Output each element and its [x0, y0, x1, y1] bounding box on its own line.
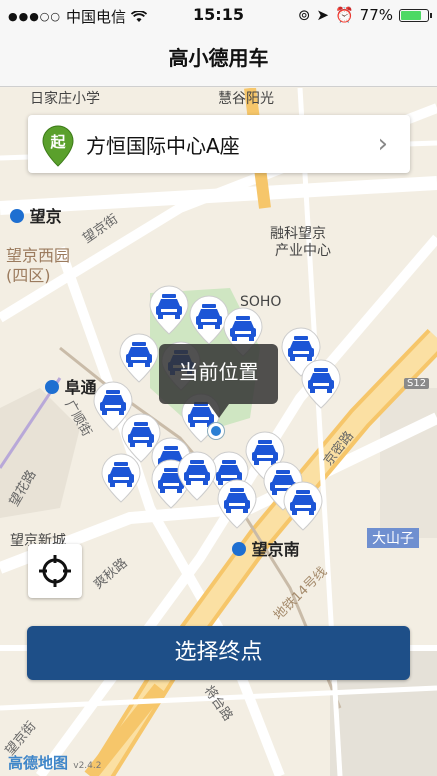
taxi-marker-icon — [177, 451, 217, 501]
map-label-rijiazhuang: 日家庄小学 — [30, 91, 100, 107]
start-location-label: 方恒国际中心A座 — [86, 133, 240, 158]
map-label-wangjing: 望京 — [10, 203, 62, 227]
map-label-dashanzi: 大山子 — [367, 528, 419, 548]
taxi-marker-icon — [217, 479, 257, 529]
status-bar: ●●●○○ 中国电信 15:15 ⊚ ➤ ⏰ 77% — [0, 0, 437, 30]
map-label-chanye: 产业中心 — [275, 243, 331, 259]
map-label-futong: 阜通 — [45, 374, 97, 398]
map-label-huiguyangguang: 慧谷阳光 — [218, 91, 274, 107]
chevron-right-icon: › — [377, 129, 388, 159]
taxi-marker-icon — [301, 359, 341, 409]
subway-icon — [45, 380, 59, 394]
battery-fill — [401, 10, 422, 20]
subway-icon — [232, 542, 246, 556]
locate-button[interactable] — [28, 544, 82, 598]
battery-icon — [399, 8, 432, 22]
battery-text: 77% — [359, 6, 393, 24]
crosshair-icon — [39, 555, 71, 587]
rotation-lock-icon: ⊚ — [297, 6, 311, 24]
taxi-marker-icon — [283, 481, 323, 531]
amap-logo: 高德地图 v2.4.2 — [8, 754, 102, 772]
map-label-wangjingxiyuan: 望京西园 — [6, 246, 71, 265]
page-title: 高小德用车 — [0, 30, 437, 87]
subway-icon — [10, 209, 24, 223]
map-label-siqu: (四区) — [6, 266, 51, 285]
taxi-marker-icon — [101, 453, 141, 503]
start-pin-icon: 起 — [42, 125, 74, 167]
select-destination-button[interactable]: 选择终点 — [27, 626, 410, 680]
taxi-marker-icon — [119, 333, 159, 383]
start-location-card[interactable]: 起 方恒国际中心A座 › — [28, 115, 410, 173]
map-label-s12: S12 — [404, 378, 430, 389]
start-pin-badge: 起 — [49, 133, 66, 151]
current-location-dot — [208, 423, 224, 439]
map-label-wangjingnan: 望京南 — [232, 536, 300, 560]
status-right: ⊚ ➤ ⏰ 77% — [297, 6, 432, 24]
taxi-marker-icon — [149, 285, 189, 335]
alarm-icon: ⏰ — [334, 6, 354, 24]
current-location-tooltip: 当前位置 — [159, 344, 278, 418]
location-arrow-icon: ➤ — [316, 6, 329, 24]
